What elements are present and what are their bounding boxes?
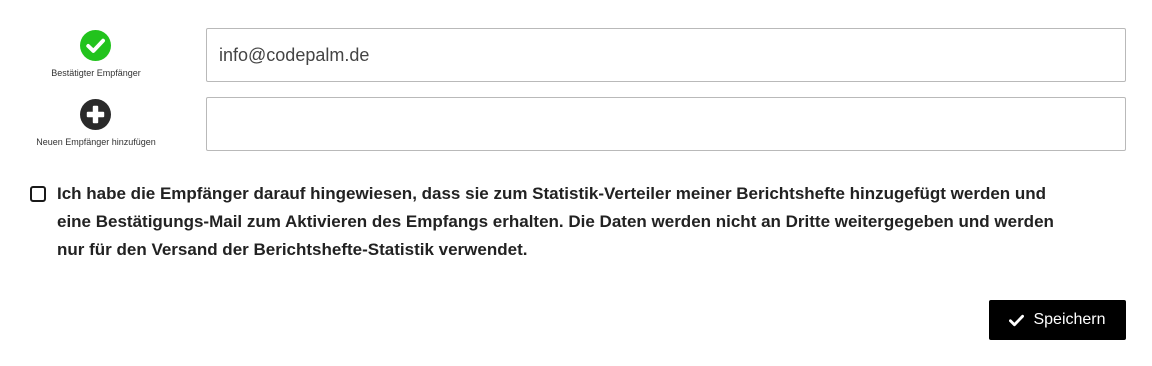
add-recipient-label: Neuen Empfänger hinzufügen xyxy=(36,137,156,147)
save-button-label: Speichern xyxy=(1033,311,1106,328)
add-recipient-control[interactable]: Neuen Empfänger hinzufügen xyxy=(0,96,192,152)
confirmed-recipient-email-field[interactable] xyxy=(206,28,1126,82)
check-icon xyxy=(1009,314,1025,326)
new-recipient-email-field[interactable] xyxy=(206,97,1126,151)
check-circle-icon xyxy=(80,30,111,61)
save-button[interactable]: Speichern xyxy=(989,300,1126,340)
confirmed-recipient-label: Bestätigter Empfänger xyxy=(51,68,141,78)
add-recipient-row: Neuen Empfänger hinzufügen xyxy=(0,96,1152,152)
confirmed-status: Bestätigter Empfänger xyxy=(0,27,192,83)
plus-circle-icon[interactable] xyxy=(80,99,111,130)
confirmed-recipient-row: Bestätigter Empfänger xyxy=(0,27,1152,83)
consent-text: Ich habe die Empfänger darauf hingewiese… xyxy=(57,184,1054,259)
consent-checkbox[interactable] xyxy=(30,186,46,202)
